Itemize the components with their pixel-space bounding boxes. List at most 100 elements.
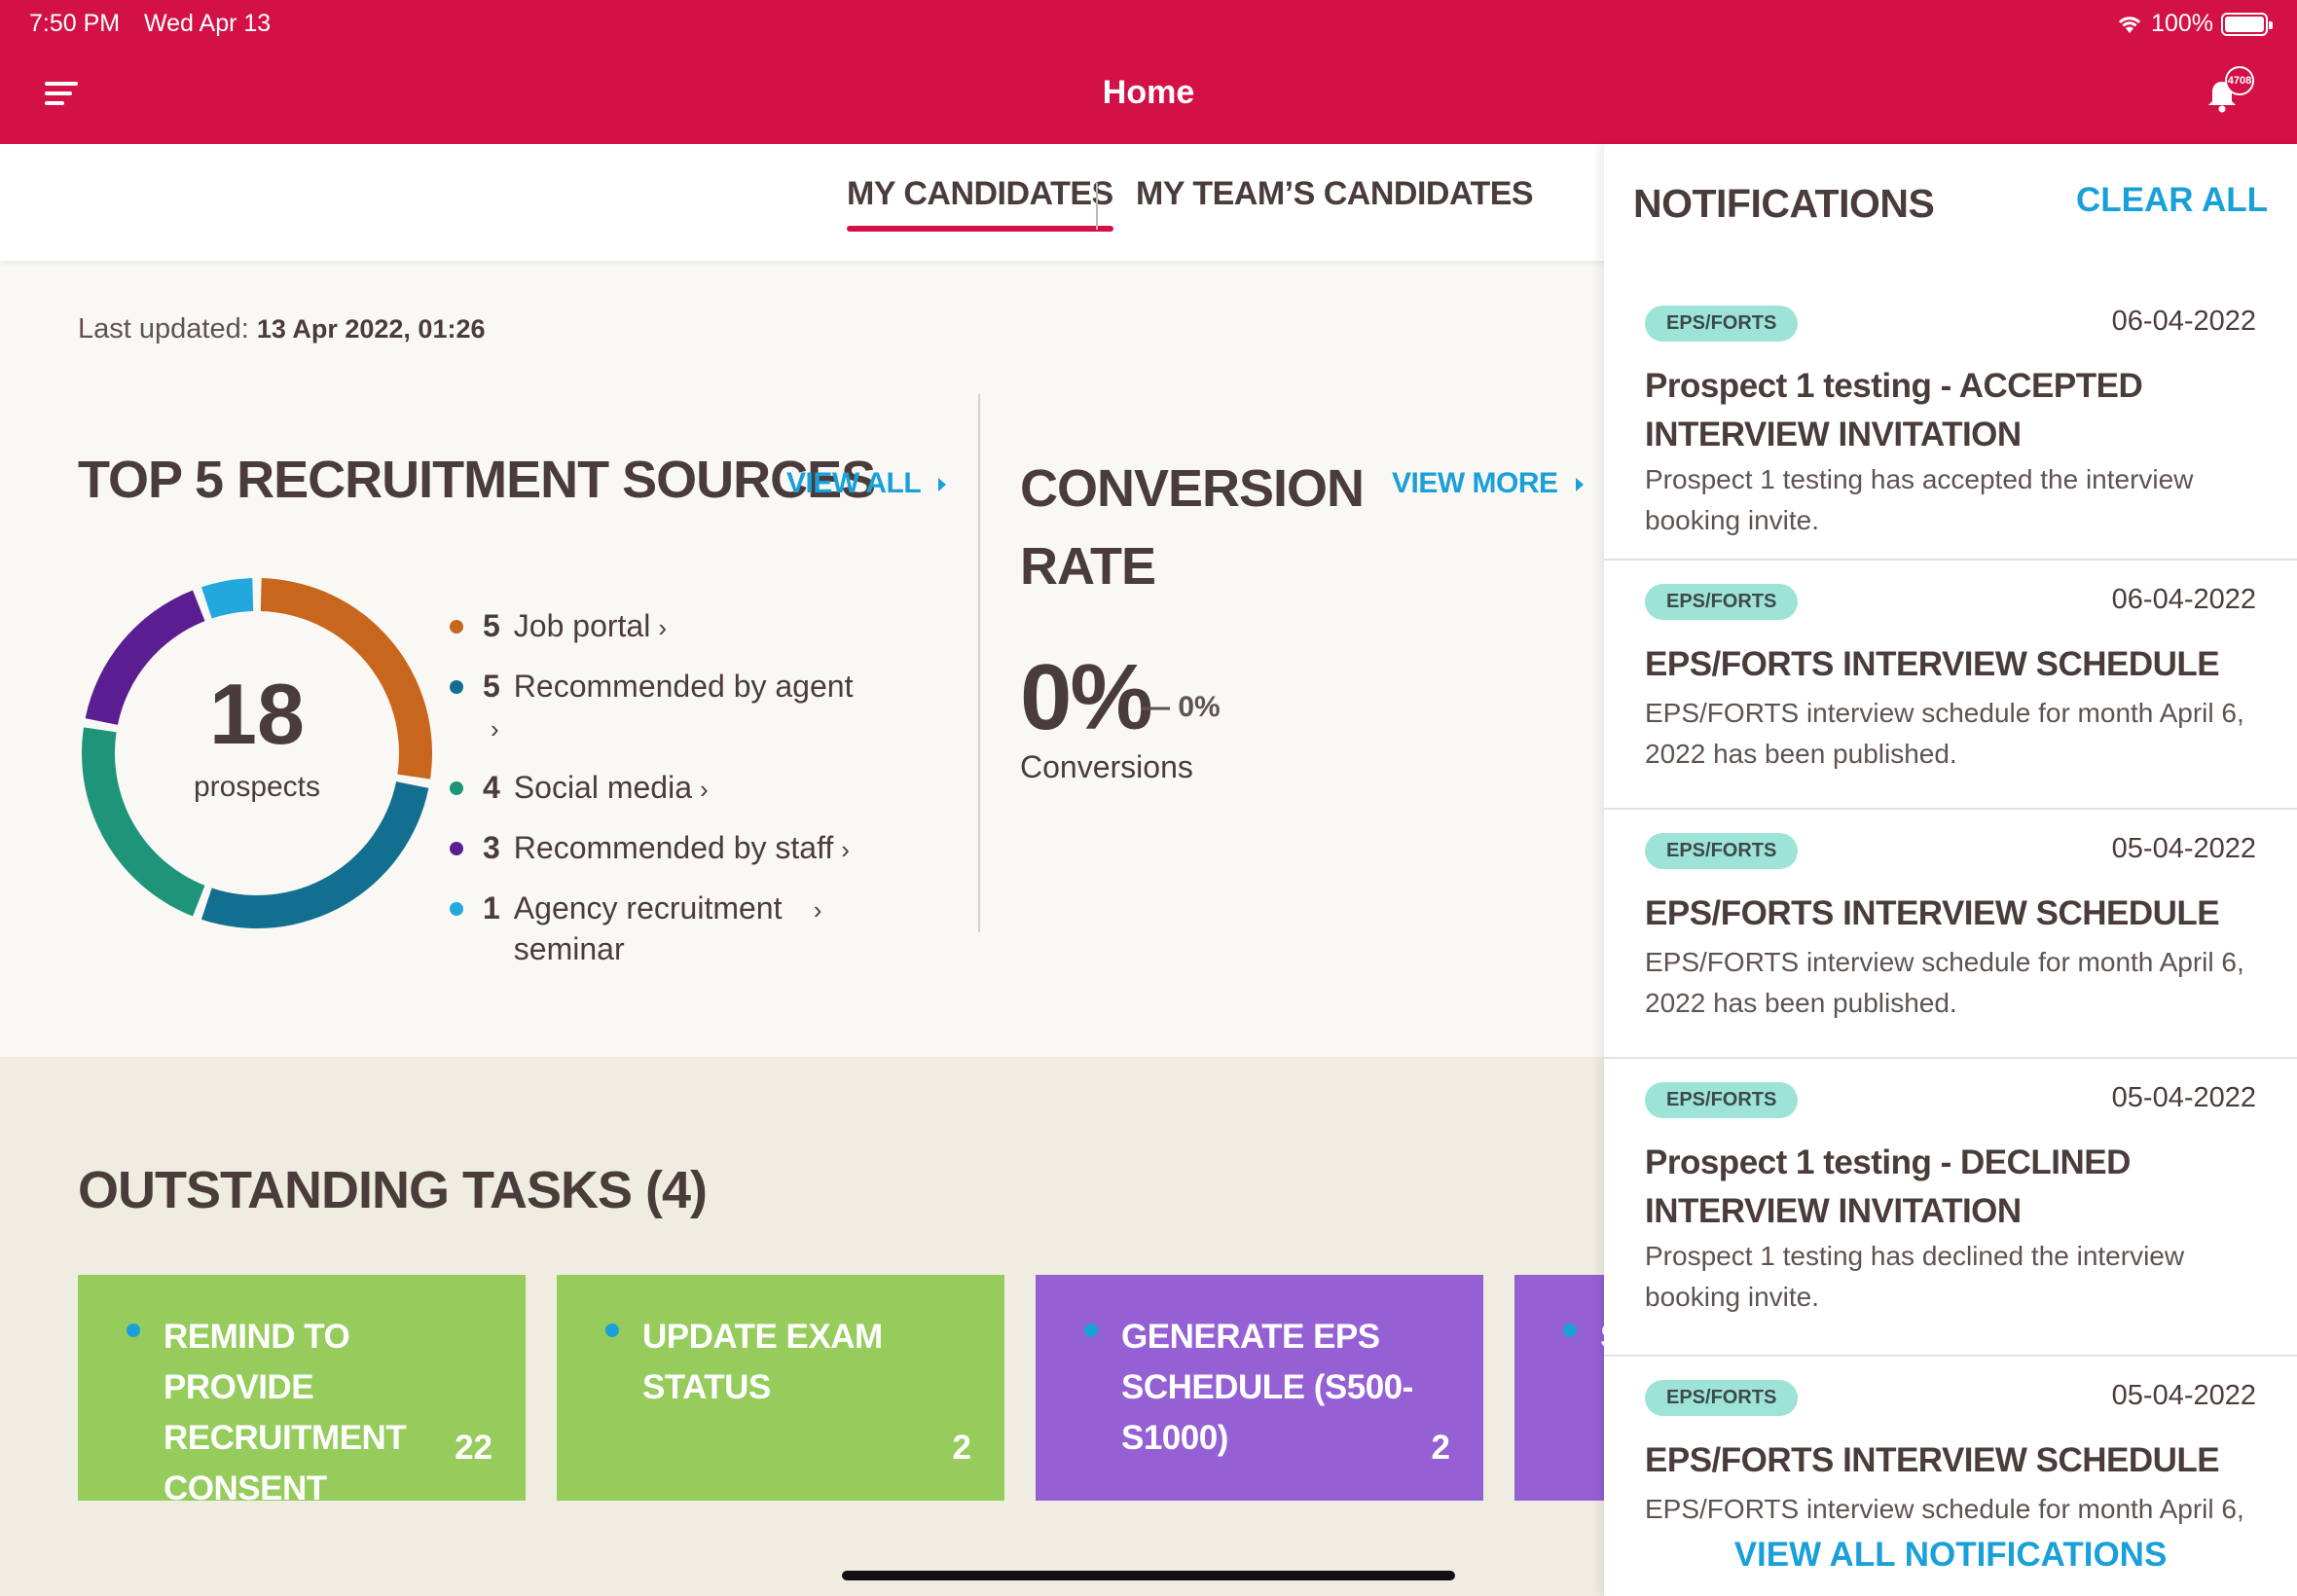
view-all-sources-link[interactable]: VIEW ALL bbox=[786, 467, 947, 500]
home-indicator bbox=[842, 1571, 1455, 1580]
last-updated: Last updated: 13 Apr 2022, 01:26 bbox=[78, 313, 485, 345]
task-dot bbox=[1084, 1324, 1098, 1337]
conversion-change-value: 0% bbox=[1178, 691, 1221, 723]
conversion-title-line: CONVERSION bbox=[1020, 459, 1365, 518]
page-title: Home bbox=[1102, 74, 1195, 111]
dash-icon: — bbox=[1141, 691, 1179, 723]
legend-name: Social media bbox=[513, 770, 692, 805]
tab-my-teams-candidates[interactable]: MY TEAM’S CANDIDATES bbox=[1136, 175, 1534, 213]
notification-badge: EPS/FORTS bbox=[1645, 584, 1799, 620]
battery-percent: 100% bbox=[2151, 10, 2213, 37]
notifications-title: NOTIFICATIONS bbox=[1633, 181, 1935, 226]
notification-item[interactable]: EPS/FORTS 06-04-2022 EPS/FORTS INTERVIEW… bbox=[1604, 561, 2297, 810]
conversion-title-line: RATE bbox=[1020, 537, 1156, 596]
status-date: Wed Apr 13 bbox=[144, 10, 272, 37]
view-all-notifications-link[interactable]: VIEW ALL NOTIFICATIONS bbox=[1604, 1526, 2297, 1596]
notification-badge: EPS/FORTS bbox=[1645, 306, 1799, 342]
legend-count: 5 bbox=[483, 608, 500, 643]
tab-label: MY CANDIDATES bbox=[847, 175, 1113, 212]
conversion-value: 0% bbox=[1020, 645, 1153, 749]
legend-item-recommended-by-staff[interactable]: 3 Recommended by staff › bbox=[450, 827, 858, 870]
legend-dot bbox=[450, 902, 463, 916]
legend-count: 1 bbox=[483, 890, 500, 925]
section-divider bbox=[978, 394, 980, 932]
task-count: 2 bbox=[952, 1429, 971, 1467]
legend-item-job-portal[interactable]: 5 Job portal › bbox=[450, 605, 858, 648]
task-card-recruitment-consent[interactable]: REMIND TO PROVIDE RECRUITMENT CONSENT 22 bbox=[78, 1275, 526, 1507]
notification-body: Prospect 1 testing has accepted the inte… bbox=[1645, 464, 2194, 535]
notification-date: 06-04-2022 bbox=[2111, 306, 2256, 337]
caret-right-icon bbox=[1575, 478, 1584, 492]
chevron-right-icon: › bbox=[700, 775, 709, 804]
chevron-right-icon: › bbox=[491, 714, 499, 744]
notification-badge: EPS/FORTS bbox=[1645, 833, 1799, 869]
notification-title: EPS/FORTS INTERVIEW SCHEDULE bbox=[1645, 645, 2220, 683]
notification-title: Prospect 1 testing - ACCEPTED INTERVIEW … bbox=[1645, 367, 2143, 453]
legend-item-social-media[interactable]: 4 Social media › bbox=[450, 767, 858, 810]
task-card-exam-status[interactable]: UPDATE EXAM STATUS 2 bbox=[557, 1275, 1004, 1501]
view-more-conversion-link[interactable]: VIEW MORE bbox=[1392, 467, 1584, 500]
outstanding-tasks-title: OUTSTANDING TASKS (4) bbox=[78, 1161, 708, 1219]
notification-date: 05-04-2022 bbox=[2111, 833, 2256, 864]
conversion-label: Conversions bbox=[1020, 749, 1193, 784]
legend-item-agency-recruitment-seminar[interactable]: 1 Agency recruitment seminar › bbox=[450, 888, 858, 969]
view-all-label: VIEW ALL bbox=[786, 467, 922, 499]
donut-center: 18 prospects bbox=[78, 671, 436, 804]
legend-name: Agency recruitment seminar bbox=[513, 890, 783, 966]
notification-title: EPS/FORTS INTERVIEW SCHEDULE bbox=[1645, 1441, 2220, 1479]
active-tab-indicator bbox=[847, 226, 1113, 232]
legend-dot bbox=[450, 842, 463, 855]
notification-title: EPS/FORTS INTERVIEW SCHEDULE bbox=[1645, 894, 2220, 932]
app-header: 7:50 PM Wed Apr 13 100% Home 4708 bbox=[0, 0, 2297, 144]
donut-slice-agency-recruitment-seminar bbox=[201, 578, 254, 619]
view-more-label: VIEW MORE bbox=[1392, 467, 1558, 499]
legend-name: Recommended by agent bbox=[513, 669, 854, 704]
clear-all-button[interactable]: CLEAR ALL bbox=[2076, 181, 2268, 220]
caret-right-icon bbox=[938, 478, 947, 492]
notification-count-badge: 4708 bbox=[2225, 66, 2254, 95]
legend-dot bbox=[450, 680, 463, 694]
notification-date: 05-04-2022 bbox=[2111, 1380, 2256, 1411]
conversion-rate-title: CONVERSION RATE bbox=[1020, 450, 1365, 605]
legend-count: 3 bbox=[483, 830, 500, 865]
tab-label: MY TEAM’S CANDIDATES bbox=[1136, 175, 1534, 212]
task-card-eps-schedule[interactable]: GENERATE EPS SCHEDULE (S500-S1000) 2 bbox=[1036, 1275, 1483, 1501]
notification-body: EPS/FORTS interview schedule for month A… bbox=[1645, 698, 2244, 769]
legend-name: Job portal bbox=[513, 608, 651, 643]
notification-body: Prospect 1 testing has declined the inte… bbox=[1645, 1241, 2185, 1312]
notification-item[interactable]: EPS/FORTS 05-04-2022 EPS/FORTS INTERVIEW… bbox=[1604, 810, 2297, 1059]
chevron-right-icon: › bbox=[658, 613, 667, 642]
last-updated-value: 13 Apr 2022, 01:26 bbox=[256, 314, 486, 344]
task-count: 2 bbox=[1431, 1429, 1450, 1467]
task-title: REMIND TO PROVIDE RECRUITMENT CONSENT bbox=[164, 1318, 407, 1507]
chevron-right-icon: › bbox=[841, 835, 850, 864]
donut-total-label: prospects bbox=[193, 771, 321, 803]
task-title: UPDATE EXAM STATUS bbox=[642, 1318, 883, 1406]
task-count: 22 bbox=[455, 1429, 492, 1467]
legend-dot bbox=[450, 781, 463, 795]
sources-legend: 5 Job portal › 5 Recommended by agent› 4 Soc… bbox=[450, 605, 858, 987]
recruitment-sources-title: TOP 5 RECRUITMENT SOURCES bbox=[78, 451, 876, 509]
status-indicators: 100% bbox=[2116, 10, 2273, 38]
notification-date: 05-04-2022 bbox=[2111, 1082, 2256, 1113]
legend-name: Recommended by staff bbox=[513, 830, 834, 865]
legend-count: 4 bbox=[483, 770, 500, 805]
legend-count: 5 bbox=[483, 669, 500, 704]
wifi-icon bbox=[2118, 16, 2141, 33]
battery-icon bbox=[2221, 12, 2273, 36]
legend-item-recommended-by-agent[interactable]: 5 Recommended by agent › bbox=[450, 666, 858, 749]
notification-title: Prospect 1 testing - DECLINED INTERVIEW … bbox=[1645, 1143, 2131, 1230]
notification-date: 06-04-2022 bbox=[2111, 584, 2256, 615]
notification-item[interactable]: EPS/FORTS 06-04-2022 Prospect 1 testing … bbox=[1604, 282, 2297, 561]
status-time: 7:50 PM bbox=[29, 10, 121, 37]
chevron-right-icon: › bbox=[813, 895, 822, 925]
task-title: GENERATE EPS SCHEDULE (S500-S1000) bbox=[1121, 1318, 1413, 1457]
notification-badge: EPS/FORTS bbox=[1645, 1380, 1799, 1416]
notification-body: EPS/FORTS interview schedule for month A… bbox=[1645, 947, 2244, 1018]
task-dot bbox=[1563, 1324, 1577, 1337]
conversion-change: — 0% bbox=[1141, 691, 1221, 724]
tab-my-candidates[interactable]: MY CANDIDATES bbox=[847, 175, 1113, 232]
notification-badge: EPS/FORTS bbox=[1645, 1082, 1799, 1118]
notifications-panel: NOTIFICATIONS CLEAR ALL EPS/FORTS 06-04-… bbox=[1604, 144, 2297, 1596]
notification-item[interactable]: EPS/FORTS 05-04-2022 Prospect 1 testing … bbox=[1604, 1059, 2297, 1357]
